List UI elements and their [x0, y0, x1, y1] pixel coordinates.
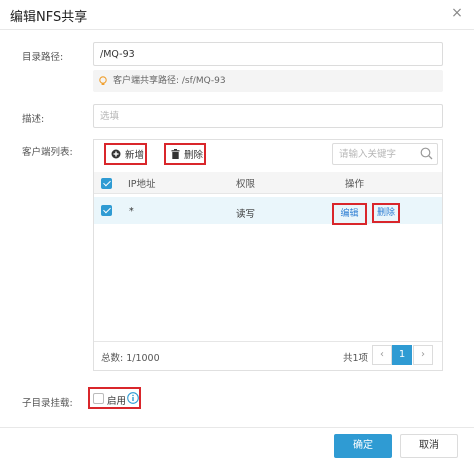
subdir-enable-checkbox[interactable]: [93, 393, 104, 404]
total-count: 总数: 1/1000: [101, 353, 160, 364]
row-ip: *: [129, 206, 134, 217]
row-delete-link[interactable]: 删除: [372, 203, 400, 223]
prev-page-button[interactable]: ‹: [372, 345, 392, 365]
search-icon[interactable]: [420, 147, 433, 160]
bulb-icon: [99, 76, 107, 85]
delete-client-label: 删除: [184, 150, 204, 161]
add-client-button[interactable]: 新增: [104, 143, 147, 165]
trash-icon: [171, 149, 180, 159]
row-permission: 读写: [236, 209, 256, 220]
client-list-label: 客户端列表:: [22, 147, 73, 158]
dir-path-label: 目录路径:: [22, 52, 64, 63]
column-header-ip: IP地址: [128, 179, 156, 190]
add-client-label: 新增: [125, 150, 145, 161]
select-all-checkbox[interactable]: [101, 178, 112, 189]
delete-client-button[interactable]: 删除: [164, 143, 206, 165]
close-icon[interactable]: ×: [448, 4, 466, 22]
description-label: 描述:: [22, 114, 45, 125]
plus-circle-icon: [111, 149, 121, 159]
dialog-title: 编辑NFS共享: [10, 10, 88, 25]
column-header-actions: 操作: [345, 179, 365, 190]
item-count: 共1项: [343, 353, 369, 364]
description-input[interactable]: [93, 104, 443, 128]
client-path-hint: 客户端共享路径: /sf/MQ-93: [93, 70, 443, 92]
dir-path-input[interactable]: [93, 42, 443, 66]
cancel-button[interactable]: 取消: [400, 434, 458, 458]
subdir-mount-label: 子目录挂载:: [22, 398, 73, 409]
subdir-enable-label: 启用: [107, 396, 127, 407]
row-edit-link[interactable]: 编辑: [332, 203, 367, 225]
row-checkbox[interactable]: [101, 205, 112, 216]
confirm-button[interactable]: 确定: [334, 434, 392, 458]
page-1-button[interactable]: 1: [392, 345, 412, 365]
info-icon[interactable]: [127, 392, 139, 404]
column-header-permission: 权限: [236, 179, 256, 190]
next-page-button[interactable]: ›: [413, 345, 433, 365]
footer-divider: [0, 427, 474, 428]
